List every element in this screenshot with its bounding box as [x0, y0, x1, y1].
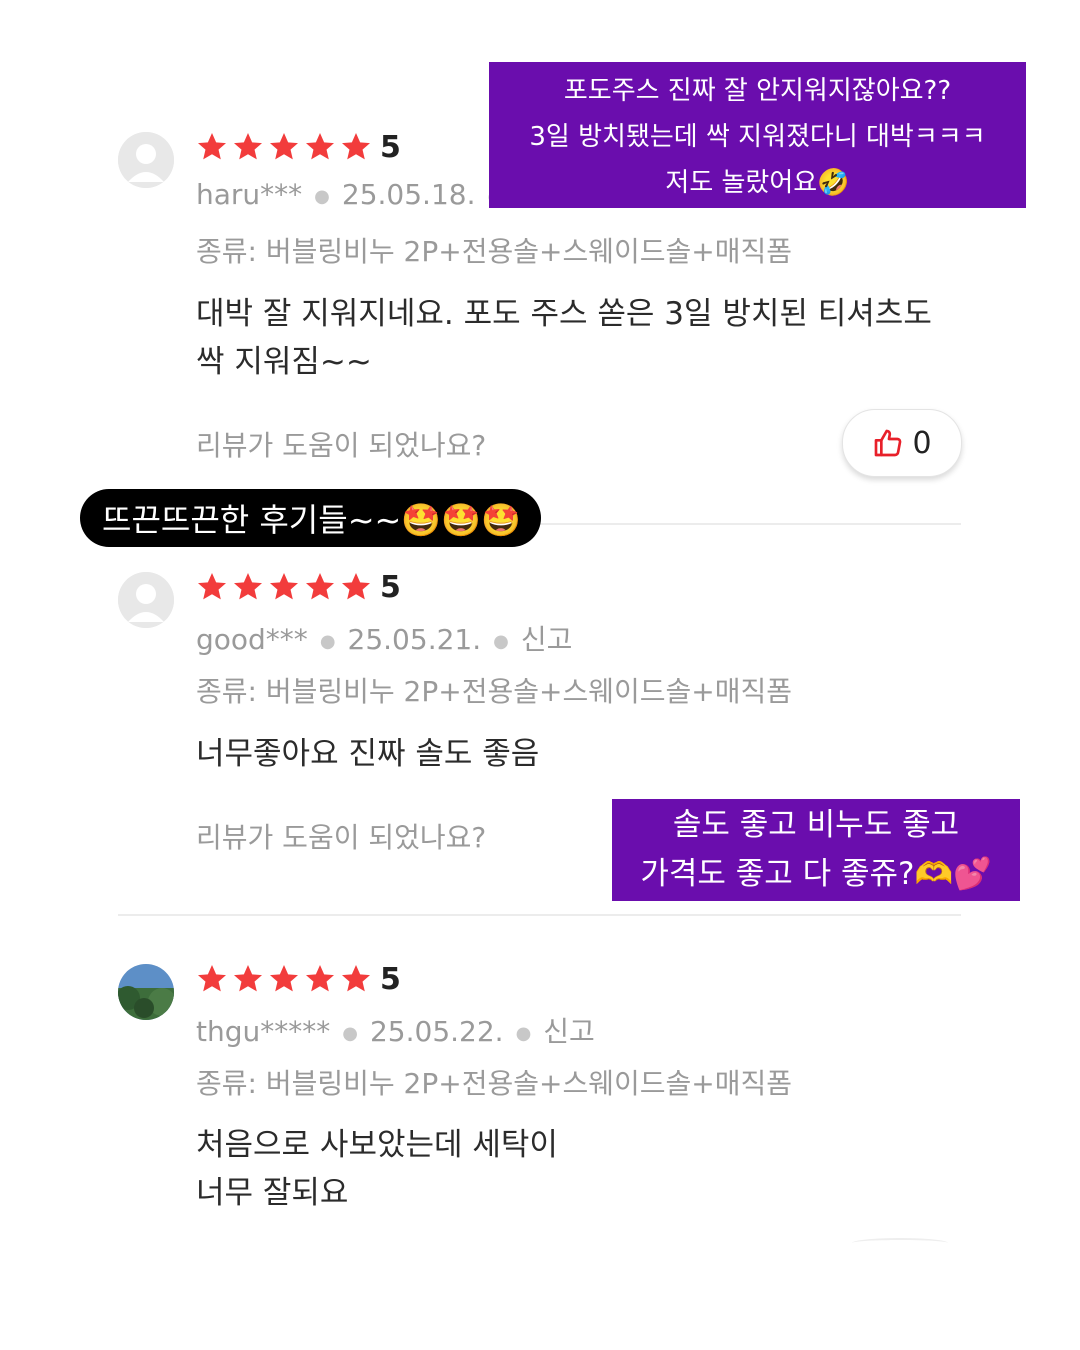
caption-text: 뜨끈뜨끈한 후기들~~🤩🤩🤩 — [102, 501, 521, 539]
star-icon — [234, 133, 262, 160]
default-avatar-icon[interactable] — [118, 572, 174, 628]
helpful-prompt: 리뷰가 도움이 되었나요? — [196, 429, 487, 462]
star-icon — [306, 965, 334, 992]
caption-middle: 뜨끈뜨끈한 후기들~~🤩🤩🤩 — [80, 489, 541, 547]
star-icon — [234, 965, 262, 992]
review-date: 25.05.18. — [341, 178, 476, 211]
review-body: 대박 잘 지워지네요. 포도 주스 쏟은 3일 방치된 티셔츠도 싹 지워짐~~ — [196, 290, 932, 386]
review-body: 너무좋아요 진짜 솔도 좋음 — [196, 730, 539, 778]
caption-line: 3일 방치됐는데 싹 지워졌다니 대박ㅋㅋㅋ — [529, 122, 986, 152]
divider — [118, 914, 961, 916]
rating-score: 5 — [380, 130, 401, 165]
default-avatar-icon[interactable] — [118, 132, 174, 188]
review-body-line: 싹 지워짐~~ — [196, 344, 372, 380]
review-body-line: 너무좋아요 진짜 솔도 좋음 — [196, 736, 540, 772]
helpful-like-button[interactable]: 0 — [842, 409, 962, 477]
review-date: 25.05.22. — [369, 1015, 504, 1048]
star-icon — [198, 573, 226, 600]
star-icon — [342, 133, 370, 160]
star-icon — [342, 573, 370, 600]
separator-dot: ● — [319, 630, 336, 652]
review-body-line: 대박 잘 지워지네요. 포도 주스 쏟은 3일 방치된 티셔츠도 — [196, 296, 932, 332]
reviewer-name: good*** — [196, 623, 308, 656]
caption-line: 저도 놀랐어요🤣 — [665, 168, 850, 198]
review-body-line: 너무 잘되요 — [196, 1175, 349, 1211]
star-icon — [198, 965, 226, 992]
report-link[interactable]: 신고 — [543, 1015, 595, 1048]
star-icon — [270, 573, 298, 600]
reviewer-name: haru*** — [196, 178, 303, 211]
star-icon — [306, 133, 334, 160]
caption-line: 솔도 좋고 비누도 좋고 — [672, 807, 960, 843]
star-icon — [270, 133, 298, 160]
thumbs-up-icon — [875, 429, 902, 457]
star-rating — [196, 963, 372, 995]
caption-bottom: 솔도 좋고 비누도 좋고 가격도 좋고 다 좋쥬?🫶💕 — [612, 799, 1020, 901]
review-meta: good*** ● 25.05.21. ● 신고 — [196, 618, 572, 658]
review-meta: haru***●25.05.18.● — [196, 178, 515, 211]
review-body-line: 처음으로 사보았는데 세탁이 — [196, 1127, 558, 1163]
rating-score: 5 — [380, 570, 401, 605]
review-body: 처음으로 사보았는데 세탁이 너무 잘되요 — [196, 1121, 558, 1217]
like-button-edge — [852, 1238, 948, 1248]
product-option: 종류: 버블링비누 2P+전용솔+스웨이드솔+매직폼 — [196, 675, 792, 708]
separator-dot: ● — [515, 1022, 532, 1044]
photo-avatar-icon[interactable] — [118, 964, 174, 1020]
caption-line: 가격도 좋고 다 좋쥬?🫶💕 — [640, 856, 992, 892]
product-option: 종류: 버블링비누 2P+전용솔+스웨이드솔+매직폼 — [196, 235, 792, 268]
star-icon — [270, 965, 298, 992]
product-option: 종류: 버블링비누 2P+전용솔+스웨이드솔+매직폼 — [196, 1067, 792, 1100]
star-rating — [196, 571, 372, 603]
helpful-prompt: 리뷰가 도움이 되었나요? — [196, 821, 487, 854]
star-icon — [306, 573, 334, 600]
review-date: 25.05.21. — [347, 623, 482, 656]
star-icon — [342, 965, 370, 992]
caption-top: 포도주스 진짜 잘 안지워지잖아요?? 3일 방치됐는데 싹 지워졌다니 대박ㅋ… — [489, 62, 1026, 208]
rating-score: 5 — [380, 962, 401, 997]
separator-dot: ● — [342, 1022, 358, 1044]
star-icon — [234, 573, 262, 600]
reviewer-name: thgu***** — [196, 1015, 331, 1048]
separator-dot: ● — [493, 630, 509, 652]
report-link[interactable]: 신고 — [521, 623, 573, 656]
caption-line: 포도주스 진짜 잘 안지워지잖아요?? — [563, 76, 952, 106]
star-rating — [196, 131, 372, 163]
separator-dot: ● — [314, 185, 330, 207]
star-icon — [198, 133, 226, 160]
review-meta: thgu***** ● 25.05.22. ● 신고 — [196, 1010, 595, 1050]
helpful-count: 0 — [912, 425, 932, 461]
